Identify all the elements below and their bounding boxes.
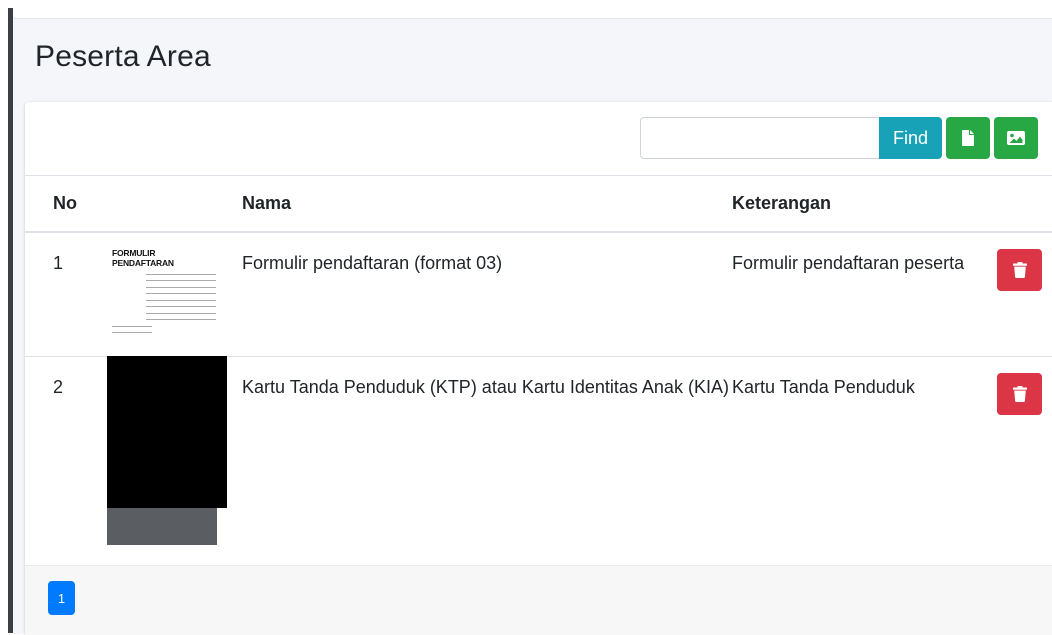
add-image-button[interactable] [994,117,1038,159]
row-keterangan: Kartu Tanda Penduduk [732,376,915,397]
header-no: No [53,192,77,213]
row-no: 2 [53,376,64,397]
row-actions [982,356,1052,564]
form-line [112,332,152,333]
find-button[interactable]: Find [879,117,942,159]
header-actions [982,175,1052,232]
row-nama: Formulir pendaftaran (format 03) [242,253,503,273]
sidebar-edge [0,0,13,633]
header-thumbnail [107,175,242,232]
image-strip [107,507,217,545]
add-file-button[interactable] [946,117,990,159]
trash-icon [1012,262,1027,278]
row-nama: Kartu Tanda Penduduk (KTP) atau Kartu Id… [242,376,729,397]
table-header-row: No Nama Keterangan [25,175,1052,232]
file-icon [962,130,974,146]
card-footer: 1 [25,565,1052,635]
form-line [146,286,216,288]
row-actions [982,232,1052,356]
form-line [146,306,216,307]
search-input[interactable] [640,117,880,159]
ktp-thumbnail[interactable] [107,355,227,546]
delete-button[interactable] [997,249,1042,291]
form-line [112,325,152,327]
form-line [146,319,216,320]
content-wrapper: Peserta Area Find No Nama Keterangan 1 F… [13,18,1052,635]
card-toolbar: Find [25,102,1052,176]
form-thumbnail-title: FORMULIR PENDAFTARAN [112,248,174,268]
form-line [146,280,216,281]
page-title: Peserta Area [35,40,211,73]
form-line [146,312,216,314]
image-icon [1007,131,1025,145]
table-row: 2 Kartu Tanda Penduduk (KTP) atau Kartu … [25,355,1052,564]
delete-button[interactable] [997,372,1042,415]
redacted-image [107,355,227,508]
row-no: 1 [53,253,64,273]
row-keterangan: Formulir pendaftaran peserta [732,253,965,273]
peserta-table: No Nama Keterangan 1 FORMULIR PENDAFTARA… [25,175,1052,564]
header-keterangan: Keterangan [732,192,832,213]
form-thumbnail[interactable]: FORMULIR PENDAFTARAN [109,248,219,343]
form-line [146,293,216,294]
data-card: Find No Nama Keterangan 1 FORMULIR PENDA… [25,102,1052,635]
trash-icon [1012,385,1027,402]
table-row: 1 FORMULIR PENDAFTARAN Formulir pendafta… [25,232,1052,356]
page-link-1[interactable]: 1 [48,581,75,615]
form-line [146,299,216,301]
header-nama: Nama [242,192,292,213]
row-thumbnail-cell [107,355,242,564]
form-line [146,273,216,275]
row-thumbnail-cell: FORMULIR PENDAFTARAN [107,232,242,356]
